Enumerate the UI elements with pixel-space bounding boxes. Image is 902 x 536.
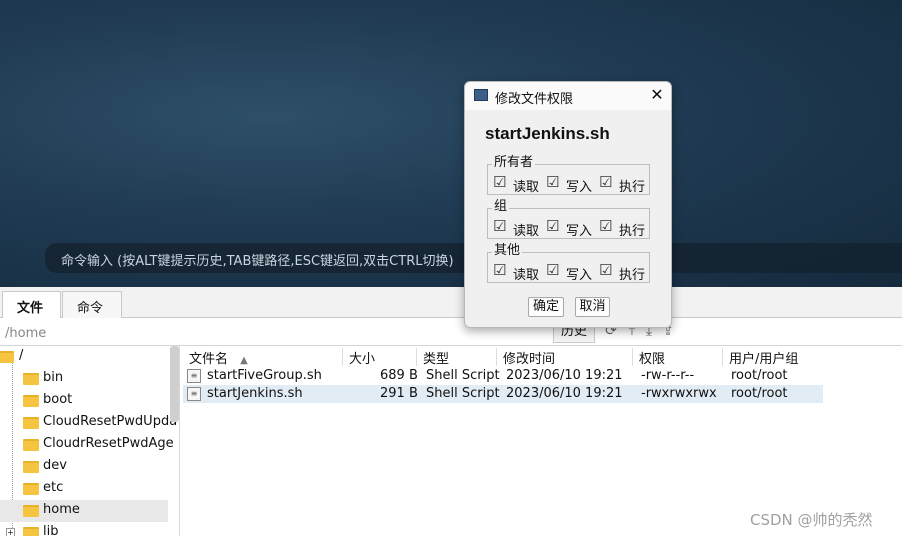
close-icon[interactable]: ✕ <box>647 85 667 105</box>
tab-strip: 文件 命令 <box>0 287 902 320</box>
dialog-filename: startJenkins.sh <box>485 124 610 143</box>
folder-icon <box>23 439 39 451</box>
tree-item[interactable]: CloudrResetPwdAge <box>0 434 174 456</box>
folder-icon <box>23 417 39 429</box>
permissions-dialog: 修改文件权限 ✕ startJenkins.sh 所有者 ☑ 读取 ☑ 写入 ☑ 执行… <box>464 81 672 328</box>
tree-item-selected[interactable]: home <box>0 500 168 522</box>
app-window-icon <box>474 89 488 101</box>
cancel-button[interactable]: 取消 <box>575 297 610 317</box>
column-header-type[interactable]: 类型 <box>417 348 497 367</box>
folder-icon <box>23 527 39 536</box>
column-header-modified[interactable]: 修改时间 <box>497 348 633 367</box>
dialog-titlebar[interactable]: 修改文件权限 ✕ <box>465 82 671 110</box>
checkmark-icon: ☑ <box>493 217 507 235</box>
command-input-hint: 命令输入 (按ALT键提示历史,TAB键路径,ESC键返回,双击CTRL切换) <box>61 254 454 269</box>
tree-item[interactable]: etc <box>0 478 168 500</box>
directory-tree: / bin boot CloudResetPwdUpda CloudrReset… <box>0 346 180 536</box>
script-file-icon: ≡ <box>187 387 201 401</box>
tree-scrollbar[interactable] <box>170 346 179 422</box>
tree-item[interactable]: CloudResetPwdUpda <box>0 412 177 434</box>
column-header-size[interactable]: 大小 <box>343 348 417 367</box>
expand-icon[interactable]: + <box>6 528 15 536</box>
terminal-panel: 命令输入 (按ALT键提示历史,TAB键路径,ESC键返回,双击CTRL切换) <box>0 0 902 287</box>
path-bar: 历史 ⟳ ⤒ ⤓ ⇪ <box>0 318 902 346</box>
folder-icon <box>23 373 39 385</box>
ok-button[interactable]: 确定 <box>528 297 564 317</box>
permission-group-owner: 所有者 ☑ 读取 ☑ 写入 ☑ 执行 <box>487 156 650 195</box>
tree-item[interactable]: dev <box>0 456 168 478</box>
checkmark-icon: ☑ <box>599 261 613 279</box>
permission-group-others: 其他 ☑ 读取 ☑ 写入 ☑ 执行 <box>487 244 650 283</box>
file-list: 文件名 ▲ 大小 类型 修改时间 权限 用户/用户组 ≡ startFiveGr… <box>183 346 902 536</box>
tree-item[interactable]: bin <box>0 368 168 390</box>
tree-item[interactable]: + lib <box>0 522 168 536</box>
column-header-owner[interactable]: 用户/用户组 <box>723 348 823 367</box>
folder-icon <box>0 351 14 363</box>
group-legend: 组 <box>492 199 510 214</box>
dialog-title: 修改文件权限 <box>495 92 574 107</box>
column-header-name[interactable]: 文件名 ▲ <box>183 348 343 367</box>
file-row-selected[interactable]: ≡ startJenkins.sh 291 B Shell Script 202… <box>183 385 823 403</box>
checkmark-icon: ☑ <box>546 261 560 279</box>
group-legend: 其他 <box>492 243 523 258</box>
checkmark-icon: ☑ <box>599 173 613 191</box>
checkmark-icon: ☑ <box>493 173 507 191</box>
script-file-icon: ≡ <box>187 369 201 383</box>
checkmark-icon: ☑ <box>599 217 613 235</box>
sort-ascending-icon: ▲ <box>240 355 248 366</box>
group-legend: 所有者 <box>492 155 536 170</box>
checkmark-icon: ☑ <box>493 261 507 279</box>
tree-item[interactable]: boot <box>0 390 168 412</box>
checkmark-icon: ☑ <box>546 217 560 235</box>
folder-icon <box>23 395 39 407</box>
permission-group-group: 组 ☑ 读取 ☑ 写入 ☑ 执行 <box>487 200 650 239</box>
watermark: CSDN @帅的秃然 <box>750 511 873 529</box>
tab-files[interactable]: 文件 <box>2 291 61 320</box>
folder-icon <box>23 505 39 517</box>
file-row[interactable]: ≡ startFiveGroup.sh 689 B Shell Script 2… <box>183 367 823 385</box>
tab-commands[interactable]: 命令 <box>62 291 122 319</box>
tree-item-root[interactable]: / <box>0 346 168 368</box>
column-header-permissions[interactable]: 权限 <box>633 348 723 367</box>
folder-icon <box>23 483 39 495</box>
folder-icon <box>23 461 39 473</box>
checkmark-icon: ☑ <box>546 173 560 191</box>
